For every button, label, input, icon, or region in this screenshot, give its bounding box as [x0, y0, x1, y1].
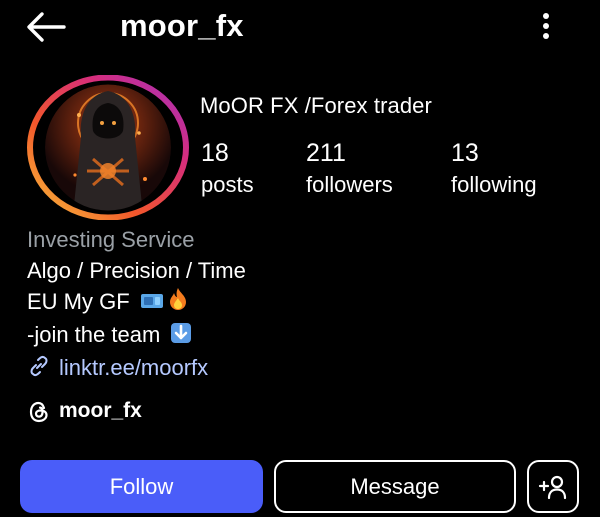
more-options-button[interactable]	[533, 12, 559, 42]
more-vertical-icon	[543, 13, 549, 39]
link-icon	[27, 354, 51, 386]
followers-label: followers	[306, 172, 393, 197]
hooded-figure-avatar	[27, 74, 189, 221]
back-button[interactable]	[24, 10, 68, 44]
category-label: Investing Service	[27, 227, 195, 252]
stat-followers[interactable]: 211 followers	[306, 139, 393, 199]
bio-line-2: EU My GF	[27, 286, 246, 319]
top-bar: moor_fx	[0, 0, 600, 56]
display-name: MoOR FX /Forex trader	[200, 93, 432, 118]
posts-count: 18	[201, 139, 229, 167]
bio-line-3: -join the team	[27, 319, 246, 352]
follow-button[interactable]: Follow	[20, 460, 263, 513]
add-user-icon	[538, 475, 567, 499]
stat-posts[interactable]: 18 posts	[201, 139, 254, 199]
following-count: 13	[451, 139, 479, 167]
arrow-left-icon	[27, 12, 66, 42]
threads-icon	[29, 401, 48, 423]
bio-line-1: Algo / Precision / Time	[27, 258, 246, 283]
fire-emoji	[168, 287, 188, 319]
add-user-button[interactable]	[527, 460, 579, 513]
bio-link-text: linktr.ee/moorfx	[59, 355, 209, 380]
down-arrow-emoji	[170, 321, 192, 352]
threads-handle: moor_fx	[59, 399, 142, 422]
page-title: moor_fx	[120, 8, 244, 43]
euro-banknote-emoji	[140, 288, 164, 319]
stat-following[interactable]: 13 following	[451, 139, 537, 199]
posts-label: posts	[201, 172, 254, 197]
avatar[interactable]	[27, 74, 189, 221]
bio-link[interactable]: linktr.ee/moorfx	[27, 352, 246, 386]
message-button[interactable]: Message	[274, 460, 516, 513]
bio: Investing Service Algo / Precision / Tim…	[27, 224, 246, 386]
bio-line-2-text: EU My GF	[27, 289, 130, 314]
bio-line-3-text: -join the team	[27, 322, 161, 347]
followers-count: 211	[306, 139, 346, 167]
following-label: following	[451, 172, 537, 197]
